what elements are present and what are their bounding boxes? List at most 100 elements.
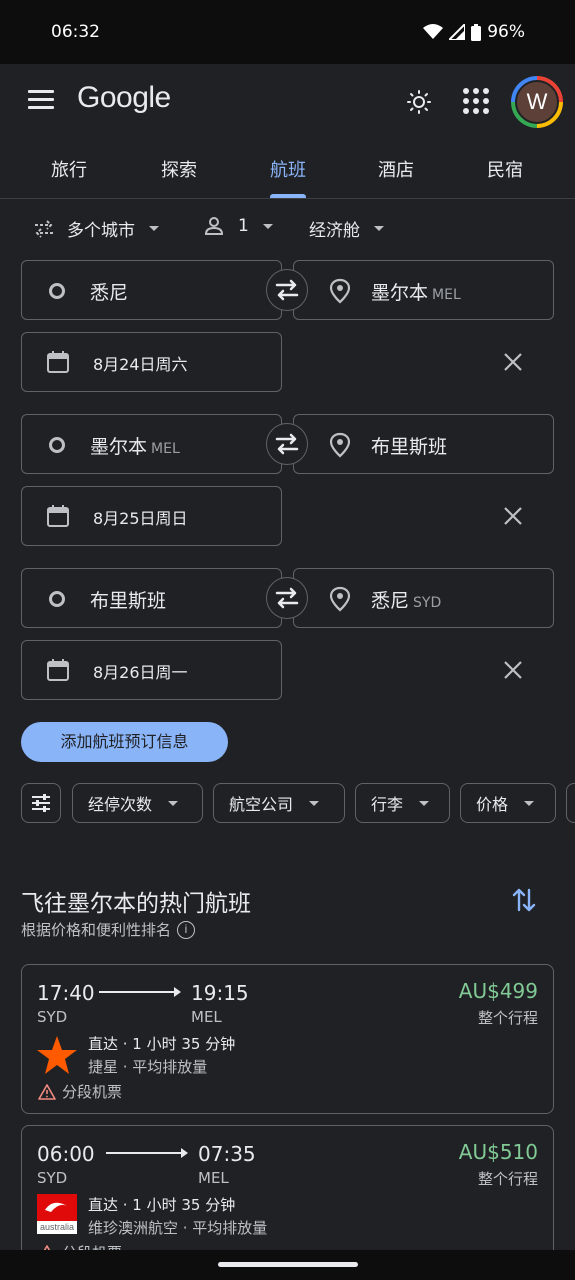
swap-arrows-icon [275,587,299,609]
origin-field-2[interactable]: 墨尔本 MEL [21,414,282,474]
bags-filter-label: 行李 [371,795,404,814]
cabin-class-label: 经济舱 [309,221,360,241]
battery-level: 96% [487,22,525,42]
tab-travel[interactable]: 旅行 [29,156,109,182]
origin-field-1[interactable]: 悉尼 [21,260,282,320]
flight-price: AU$499 [458,979,538,1003]
date-field-2[interactable]: 8月25日周日 [21,486,282,546]
flight-details: 直达 · 1 小时 35 分钟 [88,1196,236,1214]
theme-toggle-icon[interactable] [405,88,433,116]
account-avatar[interactable]: W [511,76,563,128]
chevron-down-icon [168,800,179,806]
origin-circle-icon [49,591,65,607]
date-value-1: 8月24日周六 [93,355,188,374]
passengers-select[interactable]: 1 [204,216,273,236]
battery-icon [471,23,482,41]
signal-icon [449,24,466,40]
chevron-down-icon [419,800,430,806]
home-gesture-handle[interactable] [218,1262,358,1267]
avatar-initial: W [515,80,559,124]
origin-field-3[interactable]: 布里斯班 [21,568,282,628]
trip-type-label: 多个城市 [67,221,135,241]
stops-filter-label: 经停次数 [88,795,153,814]
arrival-airport: MEL [198,1169,229,1187]
airlines-filter[interactable]: 航空公司 [213,783,345,823]
origin-circle-icon [49,437,65,453]
swap-button-1[interactable] [266,269,308,311]
origin-value-2: 墨尔本 MEL [90,436,180,458]
location-pin-icon [329,586,351,612]
price-filter[interactable]: 价格 [460,783,556,823]
date-value-3: 8月26日周一 [93,663,188,682]
tab-vacation-rentals[interactable]: 民宿 [465,156,545,182]
remove-leg-3-close-icon[interactable] [502,659,524,681]
trip-label: 整个行程 [477,1009,538,1027]
arrival-time: 07:35 [198,1142,256,1166]
tab-flights[interactable]: 航班 [248,156,328,182]
filter-chips: 经停次数 航空公司 行李 价格 [0,783,575,827]
wifi-icon [423,24,444,39]
departure-time: 17:40 [37,981,95,1005]
trip-type-select[interactable]: 多个城市 [33,216,159,241]
sort-description: 根据价格和便利性排名 [21,921,172,939]
origin-value-3: 布里斯班 [90,590,167,612]
apps-grid-icon[interactable] [463,88,489,114]
date-field-3[interactable]: 8月26日周一 [21,640,282,700]
date-value-2: 8月25日周日 [93,509,188,528]
flight-card[interactable]: 17:40 SYD 19:15 MEL AU$499 整个行程 直达 · 1 小… [21,964,554,1114]
trip-label: 整个行程 [477,1170,538,1188]
flights-search-panel: Google W 旅行 探索 航班 酒店 民宿 多个城市 1 经济舱 悉尼 墨尔… [0,64,575,844]
status-bar: 06:32 96% [0,0,575,64]
date-field-1[interactable]: 8月24日周六 [21,332,282,392]
all-filters-button[interactable] [21,783,61,823]
flight-price: AU$510 [458,1140,538,1164]
menu-icon[interactable] [28,90,54,110]
chevron-down-icon [524,800,535,806]
remove-leg-2-close-icon[interactable] [502,505,524,527]
warning-label: 分段机票 [62,1083,123,1101]
chevron-down-icon [309,800,320,806]
bags-filter[interactable]: 行李 [355,783,450,823]
calendar-icon [47,351,69,373]
swap-arrows-icon [275,279,299,301]
more-filters-chip[interactable] [566,783,575,823]
cabin-class-select[interactable]: 经济舱 [309,216,384,241]
chevron-down-icon [374,226,384,231]
chevron-down-icon [149,226,159,231]
google-logo[interactable]: Google [77,81,171,115]
active-tab-indicator [270,194,306,198]
flight-details: 直达 · 1 小时 35 分钟 [88,1035,236,1053]
multi-city-icon [35,219,53,238]
virgin-australia-logo-icon: australia [37,1194,77,1234]
person-icon [204,217,224,235]
jetstar-logo-icon [37,1036,77,1074]
swap-button-2[interactable] [266,423,308,465]
stops-filter[interactable]: 经停次数 [72,783,203,823]
separate-tickets-warning: 分段机票 [38,1081,122,1102]
tab-hotels[interactable]: 酒店 [356,156,436,182]
route-arrow [106,1148,188,1158]
arrival-airport: MEL [191,1008,222,1026]
destination-value-1: 墨尔本 MEL [371,282,461,304]
warning-icon [38,1083,56,1100]
product-tabs: 旅行 探索 航班 酒店 民宿 [0,144,575,199]
tab-explore[interactable]: 探索 [139,156,219,182]
destination-field-1[interactable]: 墨尔本 MEL [293,260,554,320]
top-app-bar: Google W [0,64,575,138]
origin-value-1: 悉尼 [90,282,129,304]
destination-field-2[interactable]: 布里斯班 [293,414,554,474]
remove-leg-1-close-icon[interactable] [502,351,524,373]
location-pin-icon [329,278,351,304]
sort-icon[interactable] [511,886,537,914]
destination-value-2: 布里斯班 [371,436,448,458]
airline-info: 捷星 · 平均排放量 [88,1058,208,1076]
passenger-count: 1 [238,216,249,236]
destination-value-3: 悉尼 SYD [371,590,442,612]
destination-field-3[interactable]: 悉尼 SYD [293,568,554,628]
swap-button-3[interactable] [266,577,308,619]
section-title: 飞往墨尔本的热门航班 [21,891,251,917]
swap-arrows-icon [275,433,299,455]
add-flight-button[interactable]: 添加航班预订信息 [21,722,228,762]
calendar-icon [47,659,69,681]
info-icon[interactable]: i [177,920,196,939]
